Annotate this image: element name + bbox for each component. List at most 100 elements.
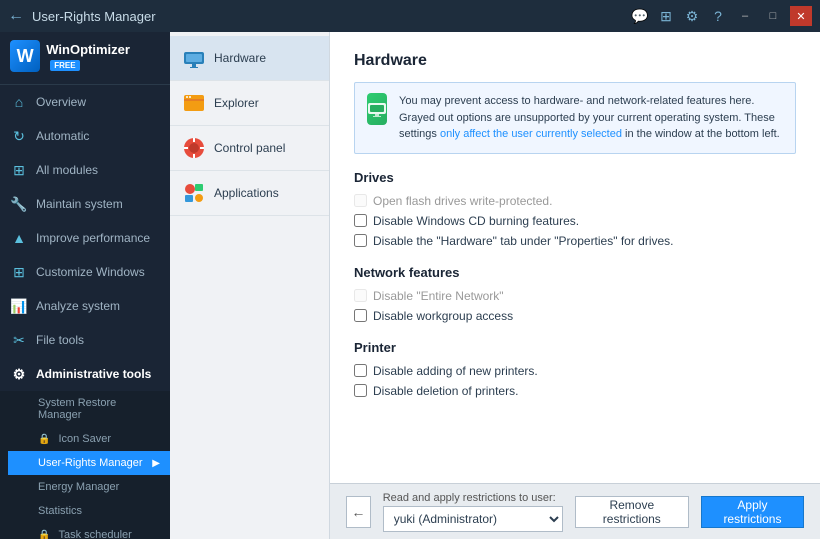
- sidebar-item-overview[interactable]: ⌂ Overview: [0, 85, 170, 119]
- logo-icon: W: [10, 40, 40, 72]
- analyze-icon: 📊: [10, 297, 28, 315]
- sidebar-item-analyze[interactable]: 📊 Analyze system: [0, 289, 170, 323]
- help-icon[interactable]: ?: [708, 8, 728, 24]
- checkbox-hw-tab: Disable the "Hardware" tab under "Proper…: [354, 231, 796, 251]
- title-bar-back-button[interactable]: ←: [8, 7, 24, 25]
- info-hardware-icon: [367, 93, 387, 125]
- checkbox-add-printer: Disable adding of new printers.: [354, 361, 796, 381]
- info-text-highlight: only affect the user currently selected: [440, 128, 622, 140]
- sidebar-sub-task-scheduler[interactable]: 🔒 Task scheduler: [8, 523, 170, 539]
- checkbox-entire-network: Disable "Entire Network": [354, 286, 796, 306]
- drives-title: Drives: [354, 170, 796, 185]
- checkbox-flash-write-input[interactable]: [354, 194, 367, 207]
- icon-saver-label: Icon Saver: [58, 433, 111, 445]
- sidebar-sub-icon-saver[interactable]: 🔒 Icon Saver: [8, 427, 170, 451]
- title-bar-title: User-Rights Manager: [32, 9, 156, 24]
- sidebar-sub-system-restore[interactable]: System Restore Manager: [8, 391, 170, 427]
- printer-title: Printer: [354, 340, 796, 355]
- bottom-text-area: Read and apply restrictions to user: yuk…: [383, 492, 563, 532]
- sidebar-label-admin: Administrative tools: [36, 367, 151, 381]
- minimize-button[interactable]: –: [734, 6, 756, 26]
- energy-manager-label: Energy Manager: [38, 481, 119, 493]
- network-title: Network features: [354, 265, 796, 280]
- improve-icon: ▲: [10, 229, 28, 247]
- info-text: You may prevent access to hardware- and …: [399, 93, 783, 143]
- checkbox-hw-tab-label: Disable the "Hardware" tab under "Proper…: [373, 234, 674, 248]
- sidebar-item-improve[interactable]: ▲ Improve performance: [0, 221, 170, 255]
- checkbox-hw-tab-input[interactable]: [354, 234, 367, 247]
- checkbox-workgroup-label: Disable workgroup access: [373, 309, 513, 323]
- checkbox-add-printer-label: Disable adding of new printers.: [373, 364, 538, 378]
- logo-text: WinOptimizer FREE: [46, 42, 160, 71]
- sidebar-sub-user-rights[interactable]: User-Rights Manager ▶: [8, 451, 170, 475]
- sidebar-item-filetools[interactable]: ✂ File tools: [0, 323, 170, 357]
- sidebar-item-customize[interactable]: ⊞ Customize Windows: [0, 255, 170, 289]
- settings-icon[interactable]: ⚙: [682, 8, 702, 25]
- sidebar-label-maintain: Maintain system: [36, 197, 123, 211]
- checkbox-entire-network-label: Disable "Entire Network": [373, 289, 504, 303]
- right-content: Hardware You may prevent access to hardw…: [330, 32, 820, 483]
- section-title-hardware: Hardware: [354, 52, 796, 70]
- sidebar-item-automatic[interactable]: ↻ Automatic: [0, 119, 170, 153]
- apply-restrictions-button[interactable]: Apply restrictions: [701, 496, 804, 528]
- sidebar-label-improve: Improve performance: [36, 231, 150, 245]
- admin-icon: ⚙: [10, 365, 28, 383]
- automatic-icon: ↻: [10, 127, 28, 145]
- bottom-back-button[interactable]: ←: [346, 496, 371, 528]
- title-bar-controls: 💬 ⊞ ⚙ ? – □ ✕: [630, 6, 812, 26]
- sidebar-label-analyze: Analyze system: [36, 299, 120, 313]
- lock-icon-task-scheduler: 🔒: [38, 530, 50, 539]
- checkbox-delete-printer: Disable deletion of printers.: [354, 381, 796, 401]
- checkbox-delete-printer-input[interactable]: [354, 384, 367, 397]
- sidebar-submenu: System Restore Manager 🔒 Icon Saver User…: [0, 391, 170, 539]
- title-bar: ← User-Rights Manager 💬 ⊞ ⚙ ? – □ ✕: [0, 0, 820, 32]
- remove-restrictions-button[interactable]: Remove restrictions: [575, 496, 689, 528]
- checkbox-cd-burn: Disable Windows CD burning features.: [354, 211, 796, 231]
- lock-icon-icon-saver: 🔒: [38, 434, 50, 445]
- user-select[interactable]: yuki (Administrator) Guest Administrator: [383, 506, 563, 532]
- system-restore-label: System Restore Manager: [38, 397, 160, 421]
- sidebar-item-maintain[interactable]: 🔧 Maintain system: [0, 187, 170, 221]
- maximize-button[interactable]: □: [762, 6, 784, 26]
- center-item-hardware[interactable]: Hardware: [170, 36, 329, 81]
- checkbox-cd-burn-label: Disable Windows CD burning features.: [373, 214, 579, 228]
- center-item-control-panel[interactable]: Control panel: [170, 126, 329, 171]
- arrow-icon: ▶: [152, 458, 160, 469]
- info-box: You may prevent access to hardware- and …: [354, 82, 796, 154]
- sidebar-label-customize: Customize Windows: [36, 265, 145, 279]
- customize-icon: ⊞: [10, 263, 28, 281]
- center-label-applications: Applications: [214, 186, 279, 200]
- checkbox-cd-burn-input[interactable]: [354, 214, 367, 227]
- close-button[interactable]: ✕: [790, 6, 812, 26]
- chat-icon[interactable]: 💬: [630, 8, 650, 25]
- maintain-icon: 🔧: [10, 195, 28, 213]
- modules-icon: ⊞: [10, 161, 28, 179]
- center-item-explorer[interactable]: Explorer: [170, 81, 329, 126]
- hardware-icon: [182, 46, 206, 70]
- sidebar-item-all-modules[interactable]: ⊞ All modules: [0, 153, 170, 187]
- filetools-icon: ✂: [10, 331, 28, 349]
- applications-icon: [182, 181, 206, 205]
- checkbox-flash-write: Open flash drives write-protected.: [354, 191, 796, 211]
- center-label-explorer: Explorer: [214, 96, 259, 110]
- sidebar-logo: W WinOptimizer FREE: [0, 32, 170, 85]
- sidebar-sub-statistics[interactable]: Statistics: [8, 499, 170, 523]
- right-panel: Hardware You may prevent access to hardw…: [330, 32, 820, 539]
- checkbox-entire-network-input[interactable]: [354, 289, 367, 302]
- sidebar-label-overview: Overview: [36, 95, 86, 109]
- center-label-control-panel: Control panel: [214, 141, 285, 155]
- sidebar-label-automatic: Automatic: [36, 129, 89, 143]
- checkbox-flash-write-label: Open flash drives write-protected.: [373, 194, 552, 208]
- sidebar-sub-energy-manager[interactable]: Energy Manager: [8, 475, 170, 499]
- checkbox-workgroup-input[interactable]: [354, 309, 367, 322]
- grid-icon[interactable]: ⊞: [656, 8, 676, 25]
- logo-badge: FREE: [50, 60, 79, 71]
- checkbox-delete-printer-label: Disable deletion of printers.: [373, 384, 518, 398]
- center-item-applications[interactable]: Applications: [170, 171, 329, 216]
- control-panel-icon: [182, 136, 206, 160]
- bottom-label: Read and apply restrictions to user:: [383, 492, 563, 504]
- sidebar: W WinOptimizer FREE ⌂ Overview ↻ Automat…: [0, 32, 170, 539]
- sidebar-item-admin[interactable]: ⚙ Administrative tools: [0, 357, 170, 391]
- center-label-hardware: Hardware: [214, 51, 266, 65]
- checkbox-add-printer-input[interactable]: [354, 364, 367, 377]
